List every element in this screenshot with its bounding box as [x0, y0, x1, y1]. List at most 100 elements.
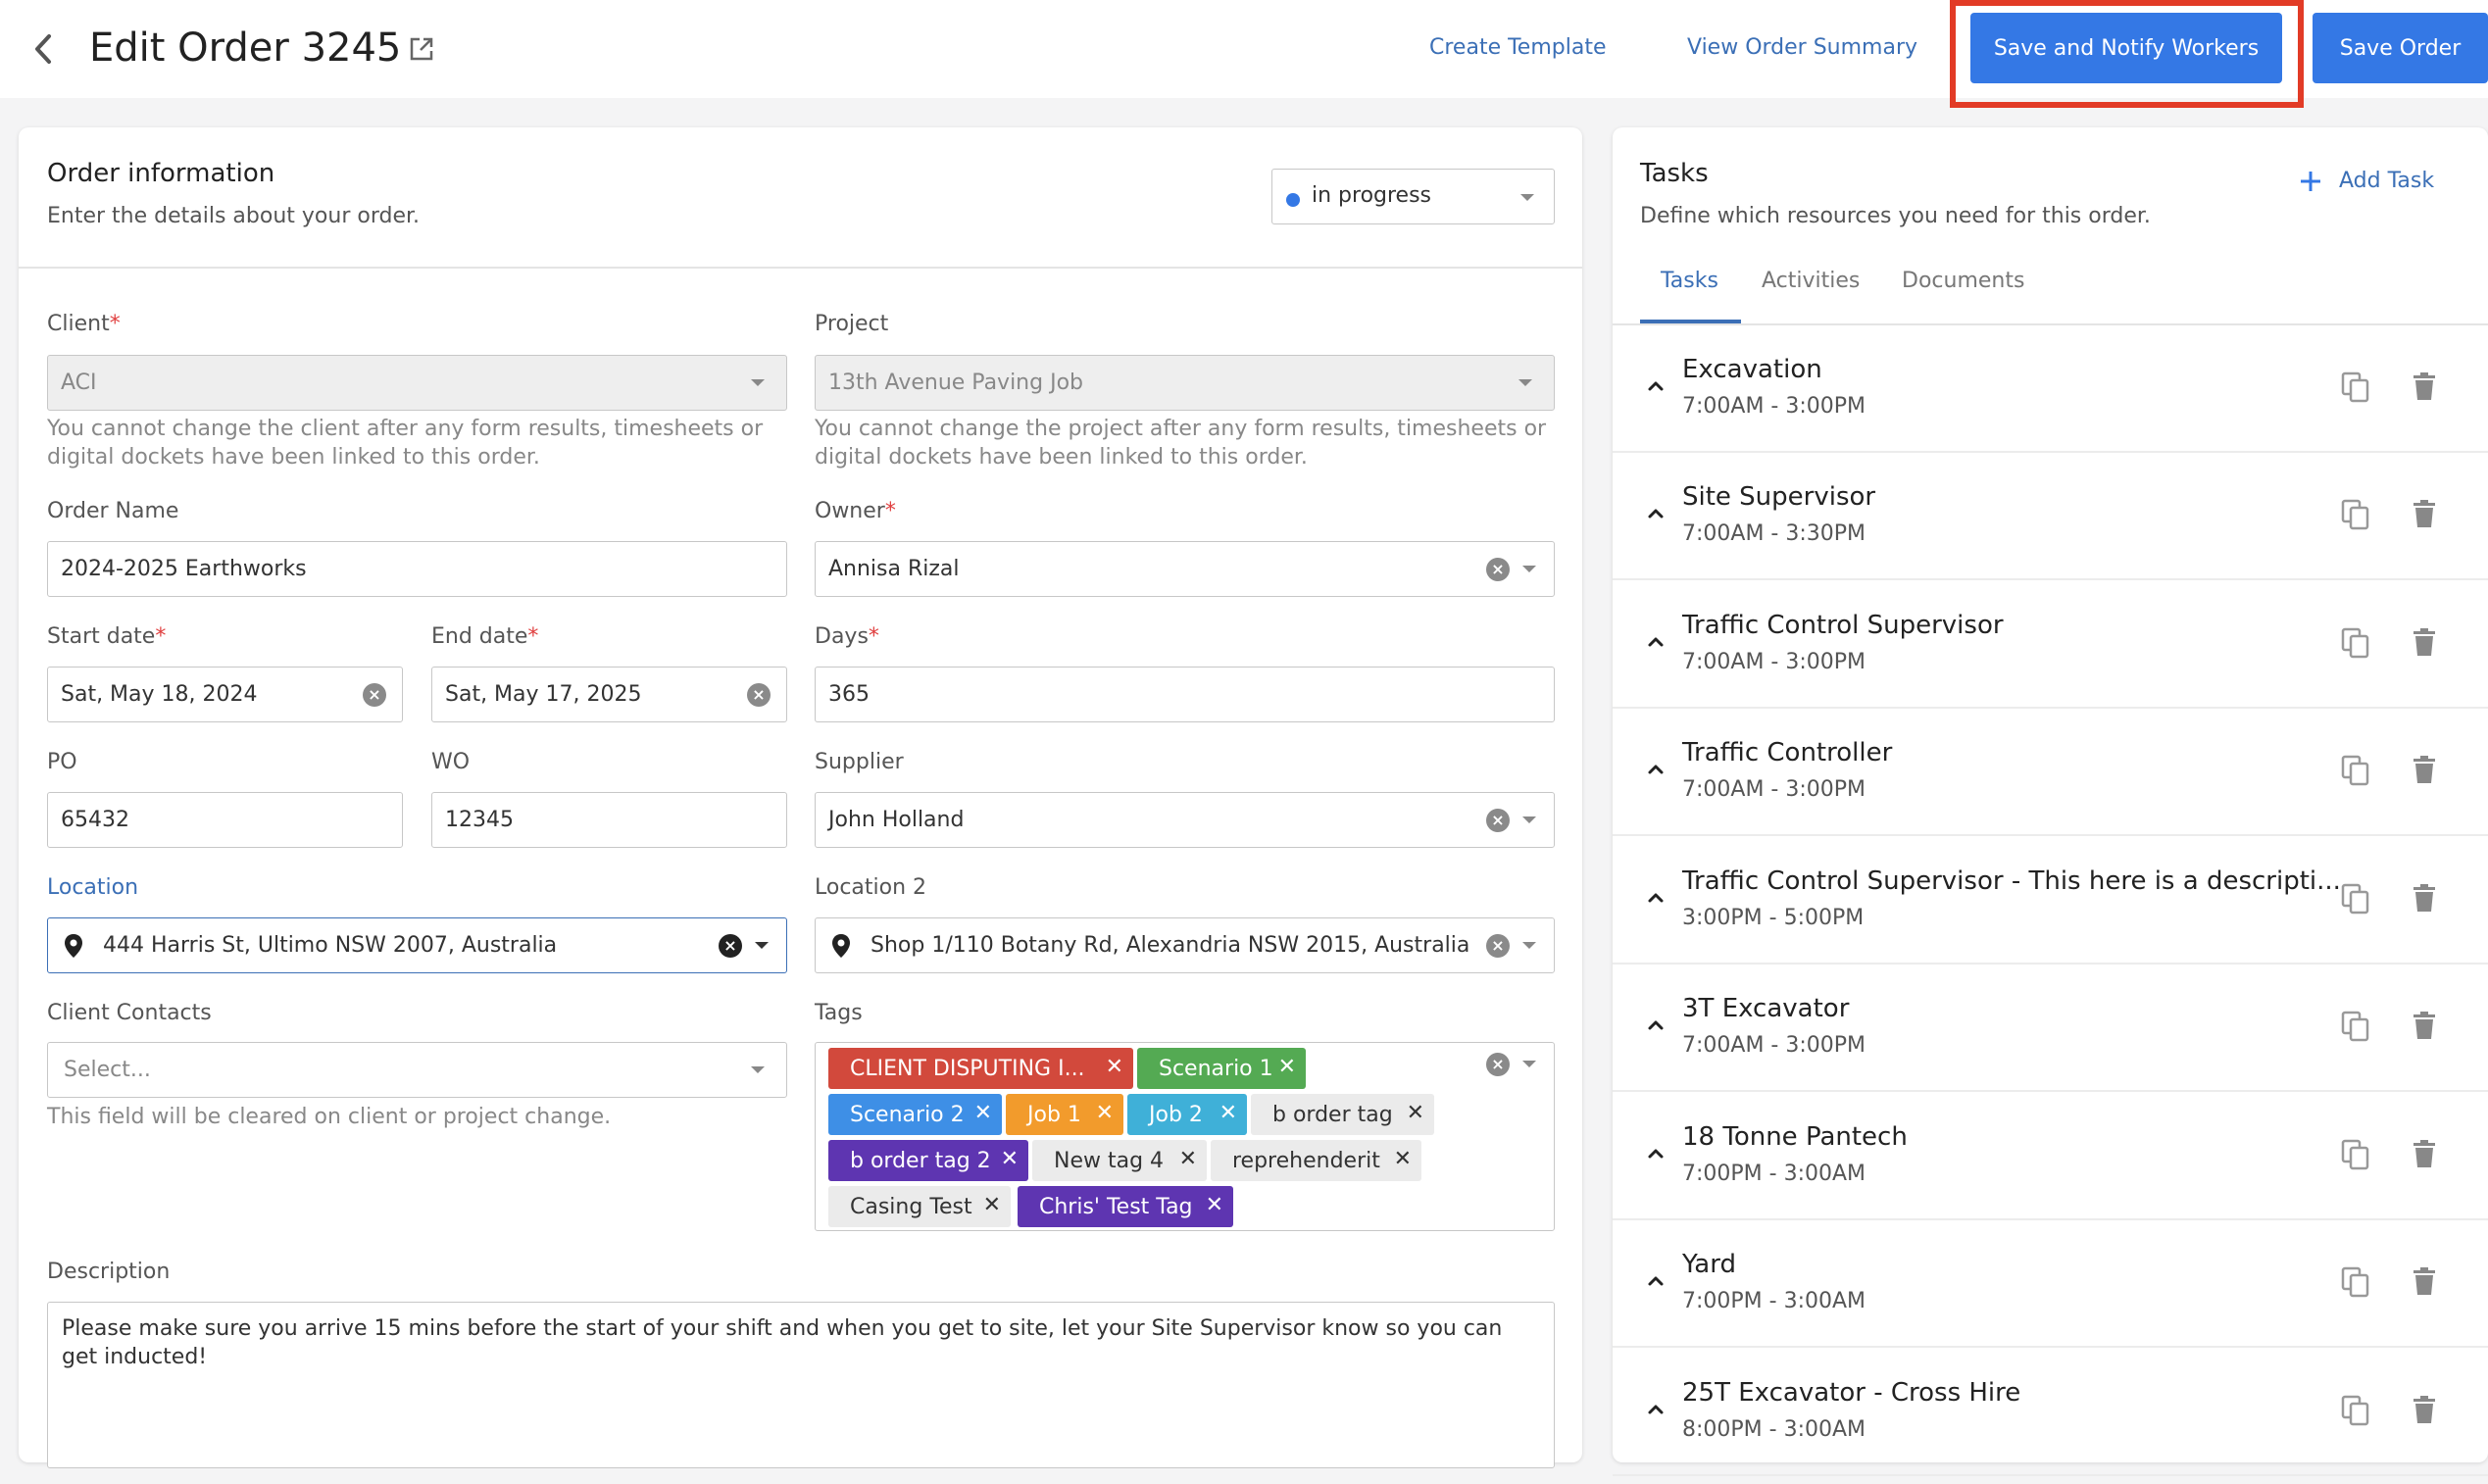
save-order-button[interactable]: Save Order — [2313, 13, 2488, 83]
clear-icon[interactable]: × — [747, 683, 771, 707]
trash-icon[interactable] — [2412, 1011, 2437, 1040]
tag-chip[interactable]: Job 2 ✕ — [1127, 1094, 1247, 1135]
copy-icon[interactable] — [2341, 1266, 2370, 1298]
trash-icon[interactable] — [2412, 371, 2437, 401]
chevron-up-icon[interactable] — [1646, 1144, 1666, 1163]
remove-tag-icon[interactable]: ✕ — [1407, 1101, 1424, 1126]
back-button[interactable] — [24, 29, 63, 69]
task-row[interactable]: Traffic Controller 7:00AM - 3:00PM — [1613, 709, 2488, 836]
status-select[interactable]: in progress — [1271, 169, 1555, 224]
copy-icon[interactable] — [2341, 1011, 2370, 1042]
chevron-up-icon[interactable] — [1646, 760, 1666, 779]
wo-input[interactable]: 12345 — [431, 792, 787, 848]
clear-icon[interactable]: × — [1486, 558, 1510, 581]
tag-chip[interactable]: Scenario 2 ✕ — [828, 1094, 1002, 1135]
trash-icon[interactable] — [2412, 755, 2437, 784]
remove-tag-icon[interactable]: ✕ — [1219, 1101, 1237, 1126]
tag-label: b order tag — [1272, 1102, 1393, 1127]
clear-icon[interactable]: × — [1486, 1053, 1510, 1076]
chevron-down-icon — [1518, 379, 1532, 386]
end-date-input[interactable]: Sat, May 17, 2025 × — [431, 667, 787, 722]
remove-tag-icon[interactable]: ✕ — [1278, 1055, 1296, 1080]
copy-icon[interactable] — [2341, 1395, 2370, 1426]
po-input[interactable]: 65432 — [47, 792, 403, 848]
tag-chip[interactable]: reprehenderit ✕ — [1211, 1140, 1421, 1181]
chevron-down-icon — [1522, 566, 1536, 572]
tag-chip[interactable]: Casing Test ✕ — [828, 1186, 1011, 1227]
trash-icon[interactable] — [2412, 499, 2437, 528]
task-row[interactable]: Excavation 7:00AM - 3:00PM — [1613, 325, 2488, 453]
client-label: Client* — [47, 312, 121, 336]
trash-icon[interactable] — [2412, 1395, 2437, 1424]
chevron-up-icon[interactable] — [1646, 632, 1666, 652]
order-name-input[interactable]: 2024-2025 Earthworks — [47, 541, 787, 597]
task-row[interactable]: Traffic Control Supervisor 7:00AM - 3:00P… — [1613, 581, 2488, 709]
copy-icon[interactable] — [2341, 883, 2370, 915]
tab-tasks[interactable]: Tasks — [1661, 269, 1718, 293]
chevron-up-icon[interactable] — [1646, 888, 1666, 908]
clear-icon[interactable]: × — [1486, 809, 1510, 832]
remove-tag-icon[interactable]: ✕ — [1206, 1193, 1223, 1218]
tag-chip[interactable]: b order tag 2 ✕ — [828, 1140, 1028, 1181]
task-time: 7:00PM - 3:00AM — [1682, 1162, 1866, 1186]
copy-icon[interactable] — [2341, 755, 2370, 786]
tag-chip[interactable]: CLIENT DISPUTING I... ✕ — [828, 1048, 1133, 1089]
chevron-left-icon — [35, 34, 51, 64]
owner-select[interactable]: Annisa Rizal × — [815, 541, 1555, 597]
remove-tag-icon[interactable]: ✕ — [1096, 1101, 1114, 1126]
copy-icon[interactable] — [2341, 1139, 2370, 1170]
tag-chip[interactable]: b order tag ✕ — [1251, 1094, 1434, 1135]
map-pin-icon — [832, 934, 850, 958]
create-template-link[interactable]: Create Template — [1429, 33, 1606, 63]
trash-icon[interactable] — [2412, 883, 2437, 913]
trash-icon[interactable] — [2412, 1266, 2437, 1296]
start-date-input[interactable]: Sat, May 18, 2024 × — [47, 667, 403, 722]
trash-icon[interactable] — [2412, 1139, 2437, 1168]
task-row[interactable]: 18 Tonne Pantech 7:00PM - 3:00AM — [1613, 1093, 2488, 1220]
remove-tag-icon[interactable]: ✕ — [1001, 1147, 1019, 1172]
remove-tag-icon[interactable]: ✕ — [1394, 1147, 1412, 1172]
task-row[interactable]: 25T Excavator - Cross Hire 8:00PM - 3:00A… — [1613, 1349, 2488, 1476]
chevron-up-icon[interactable] — [1646, 1271, 1666, 1291]
clear-icon[interactable]: × — [363, 683, 386, 707]
tab-activities[interactable]: Activities — [1762, 269, 1860, 293]
days-input[interactable]: 365 — [815, 667, 1555, 722]
tag-chip[interactable]: New tag 4 ✕ — [1032, 1140, 1207, 1181]
chevron-up-icon[interactable] — [1646, 1400, 1666, 1419]
external-link-icon[interactable] — [409, 36, 434, 62]
description-textarea[interactable]: Please make sure you arrive 15 mins befo… — [47, 1302, 1555, 1468]
tag-chip[interactable]: Job 1 ✕ — [1006, 1094, 1123, 1135]
task-row[interactable]: Traffic Control Supervisor - This here i… — [1613, 837, 2488, 965]
tag-chip[interactable]: Chris' Test Tag ✕ — [1018, 1186, 1233, 1227]
remove-tag-icon[interactable]: ✕ — [1179, 1147, 1197, 1172]
chevron-up-icon[interactable] — [1646, 376, 1666, 396]
add-task-button[interactable]: Add Task — [2299, 169, 2434, 193]
tag-label: Scenario 1 — [1159, 1056, 1273, 1081]
trash-icon[interactable] — [2412, 627, 2437, 657]
copy-icon[interactable] — [2341, 499, 2370, 530]
remove-tag-icon[interactable]: ✕ — [983, 1193, 1001, 1218]
tag-chip[interactable]: Scenario 1 ✕ — [1137, 1048, 1306, 1089]
chevron-up-icon[interactable] — [1646, 504, 1666, 523]
chevron-up-icon[interactable] — [1646, 1015, 1666, 1035]
location2-select[interactable]: Shop 1/110 Botany Rd, Alexandria NSW 201… — [815, 917, 1555, 973]
copy-icon[interactable] — [2341, 371, 2370, 403]
description-value: Please make sure you arrive 15 mins befo… — [62, 1316, 1503, 1369]
end-date-value: Sat, May 17, 2025 — [445, 682, 642, 707]
task-row[interactable]: Site Supervisor 7:00AM - 3:30PM — [1613, 453, 2488, 580]
location-select[interactable]: 444 Harris St, Ultimo NSW 2007, Australi… — [47, 917, 787, 973]
copy-icon[interactable] — [2341, 627, 2370, 659]
client-help-text: You cannot change the client after any f… — [47, 417, 764, 470]
supplier-select[interactable]: John Holland × — [815, 792, 1555, 848]
task-name: Yard — [1682, 1250, 1736, 1279]
task-row[interactable]: Yard 7:00PM - 3:00AM — [1613, 1220, 2488, 1348]
remove-tag-icon[interactable]: ✕ — [1106, 1055, 1123, 1080]
clear-icon[interactable]: × — [719, 934, 742, 958]
tab-documents[interactable]: Documents — [1902, 269, 2024, 293]
client-contacts-select[interactable]: Select... — [47, 1042, 787, 1098]
view-order-summary-link[interactable]: View Order Summary — [1687, 33, 1917, 63]
clear-icon[interactable]: × — [1486, 934, 1510, 958]
tag-label: Scenario 2 — [850, 1102, 965, 1127]
remove-tag-icon[interactable]: ✕ — [974, 1101, 992, 1126]
task-row[interactable]: 3T Excavator 7:00AM - 3:00PM — [1613, 965, 2488, 1092]
